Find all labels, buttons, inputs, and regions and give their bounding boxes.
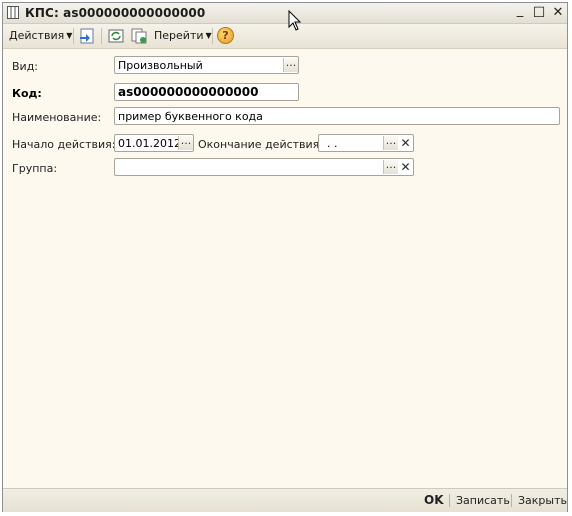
actions-menu-label: Действия xyxy=(9,29,65,42)
end-date-label: Окончание действия: xyxy=(198,138,324,151)
name-value: пример буквенного кода xyxy=(118,110,263,123)
save-and-close-icon[interactable] xyxy=(78,27,96,45)
refresh-icon[interactable] xyxy=(107,27,125,45)
window-title: КПС: as000000000000000 xyxy=(25,6,206,20)
chevron-down-icon: ▼ xyxy=(205,31,212,40)
toolbar-separator xyxy=(73,28,74,44)
minimize-button[interactable]: _ xyxy=(513,4,527,18)
ok-button[interactable]: OK xyxy=(424,493,444,508)
close-form-button[interactable]: Закрыть xyxy=(518,493,567,508)
close-button[interactable]: ✕ xyxy=(551,6,565,20)
form-window: КПС: as000000000000000 _ ☐ ✕ Действия ▼ П… xyxy=(2,2,568,512)
start-date-value: 01.01.2012 xyxy=(118,137,181,150)
vid-value: Произвольный xyxy=(118,59,203,72)
actions-menu[interactable]: Действия ▼ xyxy=(9,28,72,44)
name-label: Наименование: xyxy=(12,111,102,124)
help-icon[interactable]: ? xyxy=(217,27,234,44)
toolbar: Действия ▼ Перейти ▼ ? xyxy=(3,24,567,49)
goto-menu[interactable]: Перейти ▼ xyxy=(154,28,212,44)
table-icon xyxy=(7,6,19,19)
toolbar-separator xyxy=(101,28,102,44)
end-date-clear-button[interactable]: ✕ xyxy=(399,136,412,150)
title-bar[interactable]: КПС: as000000000000000 _ ☐ ✕ xyxy=(3,3,567,24)
goto-menu-label: Перейти xyxy=(154,29,204,42)
kod-label: Код: xyxy=(12,87,42,100)
chevron-down-icon: ▼ xyxy=(66,31,73,40)
end-date-field[interactable]: . . ... ✕ xyxy=(318,134,414,152)
kod-field[interactable]: as000000000000000 xyxy=(114,83,299,101)
group-label: Группа: xyxy=(12,162,58,175)
footer-bar: OK Записать Закрыть xyxy=(3,488,567,512)
group-select-button[interactable]: ... xyxy=(383,159,398,174)
vid-field[interactable]: Произвольный ... xyxy=(114,56,299,74)
start-date-calendar-button[interactable]: ... xyxy=(178,135,193,150)
mouse-cursor-icon xyxy=(288,10,302,31)
vid-select-button[interactable]: ... xyxy=(283,57,298,72)
copy-icon[interactable] xyxy=(130,27,148,45)
end-date-calendar-button[interactable]: ... xyxy=(383,135,398,150)
kod-value: as000000000000000 xyxy=(118,85,259,99)
vid-label: Вид: xyxy=(12,60,39,73)
name-field[interactable]: пример буквенного кода xyxy=(114,107,560,125)
group-clear-button[interactable]: ✕ xyxy=(399,160,412,174)
maximize-button[interactable]: ☐ xyxy=(532,6,546,20)
start-date-field[interactable]: 01.01.2012 ... xyxy=(114,134,194,152)
group-field[interactable]: ... ✕ xyxy=(114,158,414,176)
footer-separator xyxy=(449,494,450,507)
start-date-label: Начало действия: xyxy=(12,138,116,151)
save-button[interactable]: Записать xyxy=(456,493,510,508)
footer-separator xyxy=(511,494,512,507)
end-date-value: . . xyxy=(327,137,338,150)
toolbar-separator xyxy=(212,28,213,44)
